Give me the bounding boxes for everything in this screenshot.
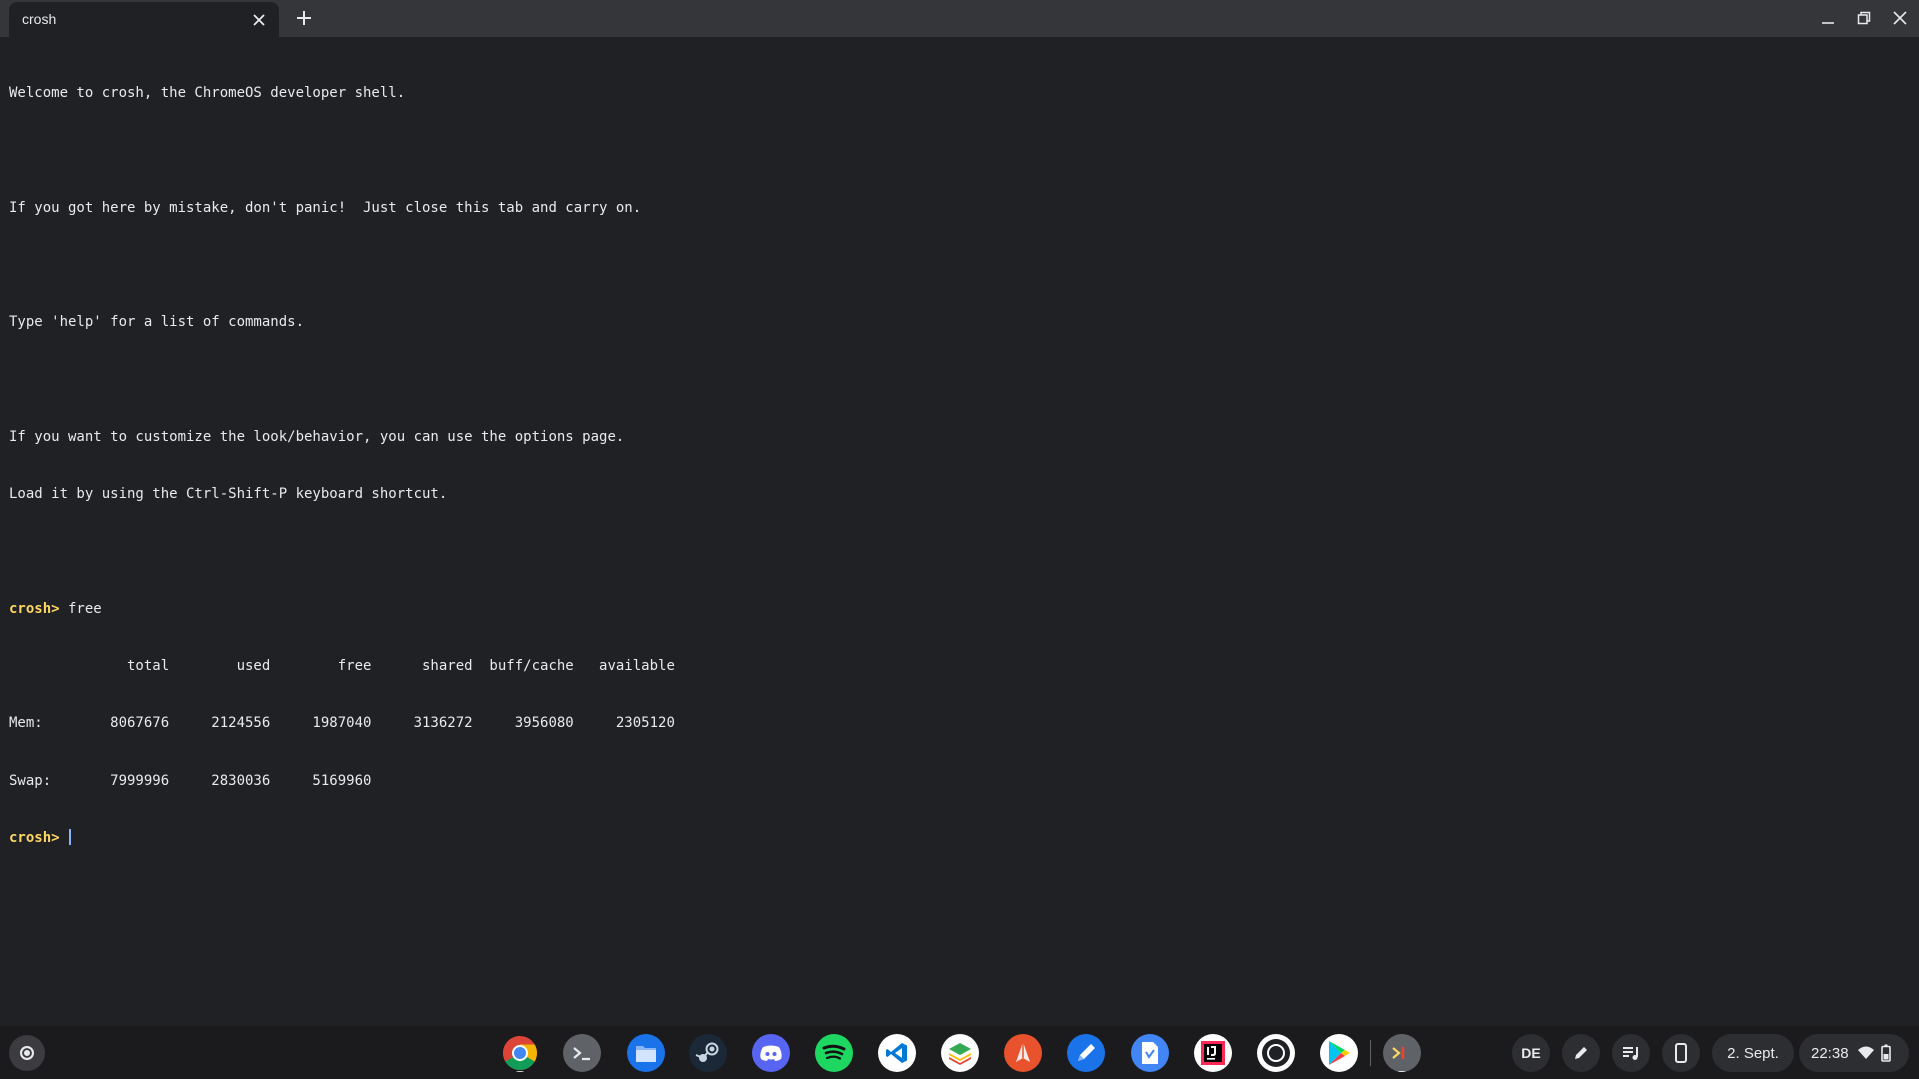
shelf-divider — [1370, 1040, 1371, 1066]
play-store-icon — [1329, 1041, 1350, 1065]
terminal-line: If you got here by mistake, don't panic!… — [9, 199, 642, 216]
steam-icon — [695, 1042, 719, 1062]
intellij-icon — [1201, 1041, 1225, 1065]
shelf-app-files[interactable] — [627, 1034, 665, 1072]
layers-app-icon — [949, 1043, 971, 1065]
spotify-icon — [822, 1044, 846, 1060]
media-queue-icon — [1623, 1047, 1638, 1060]
new-tab-button[interactable] — [292, 6, 316, 30]
terminal-icon — [573, 1047, 590, 1061]
free-header-line: total used free shared buff/cache availa… — [9, 658, 675, 674]
document-app-icon — [1142, 1042, 1158, 1064]
terminal-line: Load it by using the Ctrl-Shift-P keyboa… — [9, 486, 448, 503]
shelf: DE 2. Sept. 22:38 — [0, 1026, 1919, 1079]
shelf-app-steam[interactable] — [689, 1034, 727, 1072]
stylus-button[interactable] — [1562, 1034, 1600, 1072]
vscode-icon — [886, 1043, 907, 1063]
window-titlebar[interactable]: crosh — [0, 0, 1919, 37]
stylus-icon — [1575, 1047, 1587, 1059]
shelf-app-terminal[interactable] — [563, 1034, 601, 1072]
camera-app-icon — [1262, 1039, 1290, 1067]
launcher-button[interactable] — [9, 1035, 45, 1071]
terminal-line: If you want to customize the look/behavi… — [9, 428, 625, 445]
shelf-app-layers[interactable] — [941, 1034, 979, 1072]
shelf-app-discord[interactable] — [752, 1034, 790, 1072]
phone-hub-icon — [1675, 1043, 1687, 1063]
shelf-app-camera[interactable] — [1257, 1034, 1295, 1072]
shelf-app-pencil[interactable] — [1067, 1034, 1105, 1072]
minimize-button[interactable] — [1816, 6, 1840, 30]
wifi-icon — [1857, 1046, 1874, 1059]
tab-crosh[interactable]: crosh — [9, 2, 279, 37]
crosh-icon — [1392, 1047, 1405, 1059]
pen-app-icon — [1016, 1042, 1030, 1062]
terminal-output: Welcome to crosh, the ChromeOS developer… — [9, 46, 675, 886]
battery-icon — [1880, 1044, 1891, 1062]
terminal-line: Type 'help' for a list of commands. — [9, 314, 305, 331]
media-controls-button[interactable] — [1612, 1034, 1650, 1072]
restore-icon — [1857, 11, 1871, 25]
phone-hub-button[interactable] — [1662, 1034, 1700, 1072]
shelf-app-pen[interactable] — [1004, 1034, 1042, 1072]
plus-icon — [297, 11, 311, 25]
terminal-line: Welcome to crosh, the ChromeOS developer… — [9, 85, 406, 102]
running-indicator — [1398, 1071, 1406, 1072]
discord-icon — [760, 1045, 782, 1061]
chrome-icon — [503, 1036, 537, 1070]
running-indicator — [516, 1071, 524, 1072]
command-line: crosh> free — [9, 600, 675, 619]
shelf-app-play-store[interactable] — [1320, 1034, 1358, 1072]
shelf-app-chrome[interactable] — [501, 1034, 539, 1072]
launcher-icon — [20, 1046, 34, 1060]
close-icon — [253, 14, 265, 26]
clock-time: 22:38 — [1811, 1044, 1849, 1062]
input-text[interactable] — [60, 830, 68, 846]
status-area-button[interactable]: 22:38 — [1799, 1034, 1909, 1072]
shell-prompt: crosh> — [9, 829, 60, 846]
files-icon — [636, 1046, 656, 1062]
restore-button[interactable] — [1852, 6, 1876, 30]
command-text: free — [59, 600, 102, 617]
tab-title: crosh — [22, 11, 57, 27]
window-close-button[interactable] — [1888, 6, 1912, 30]
close-icon — [1893, 11, 1907, 25]
free-swap-line: Swap: 7999996 2830036 5169960 — [9, 772, 372, 789]
pencil-app-icon — [1078, 1044, 1095, 1061]
shelf-app-spotify[interactable] — [815, 1034, 853, 1072]
text-cursor — [69, 828, 72, 845]
shell-prompt: crosh> — [9, 600, 60, 617]
input-line[interactable]: crosh> — [9, 828, 675, 848]
minimize-icon — [1822, 22, 1834, 24]
keyboard-layout-button[interactable]: DE — [1512, 1034, 1550, 1072]
date-button[interactable]: 2. Sept. — [1712, 1034, 1794, 1072]
free-mem-line: Mem: 8067676 2124556 1987040 3136272 395… — [9, 715, 675, 732]
shelf-app-intellij[interactable] — [1194, 1034, 1232, 1072]
shelf-app-vscode[interactable] — [878, 1034, 916, 1072]
shelf-app-document[interactable] — [1131, 1034, 1169, 1072]
terminal-area[interactable]: Welcome to crosh, the ChromeOS developer… — [0, 37, 1919, 1026]
tab-close-button[interactable] — [249, 10, 269, 30]
shelf-app-crosh[interactable] — [1383, 1034, 1421, 1072]
